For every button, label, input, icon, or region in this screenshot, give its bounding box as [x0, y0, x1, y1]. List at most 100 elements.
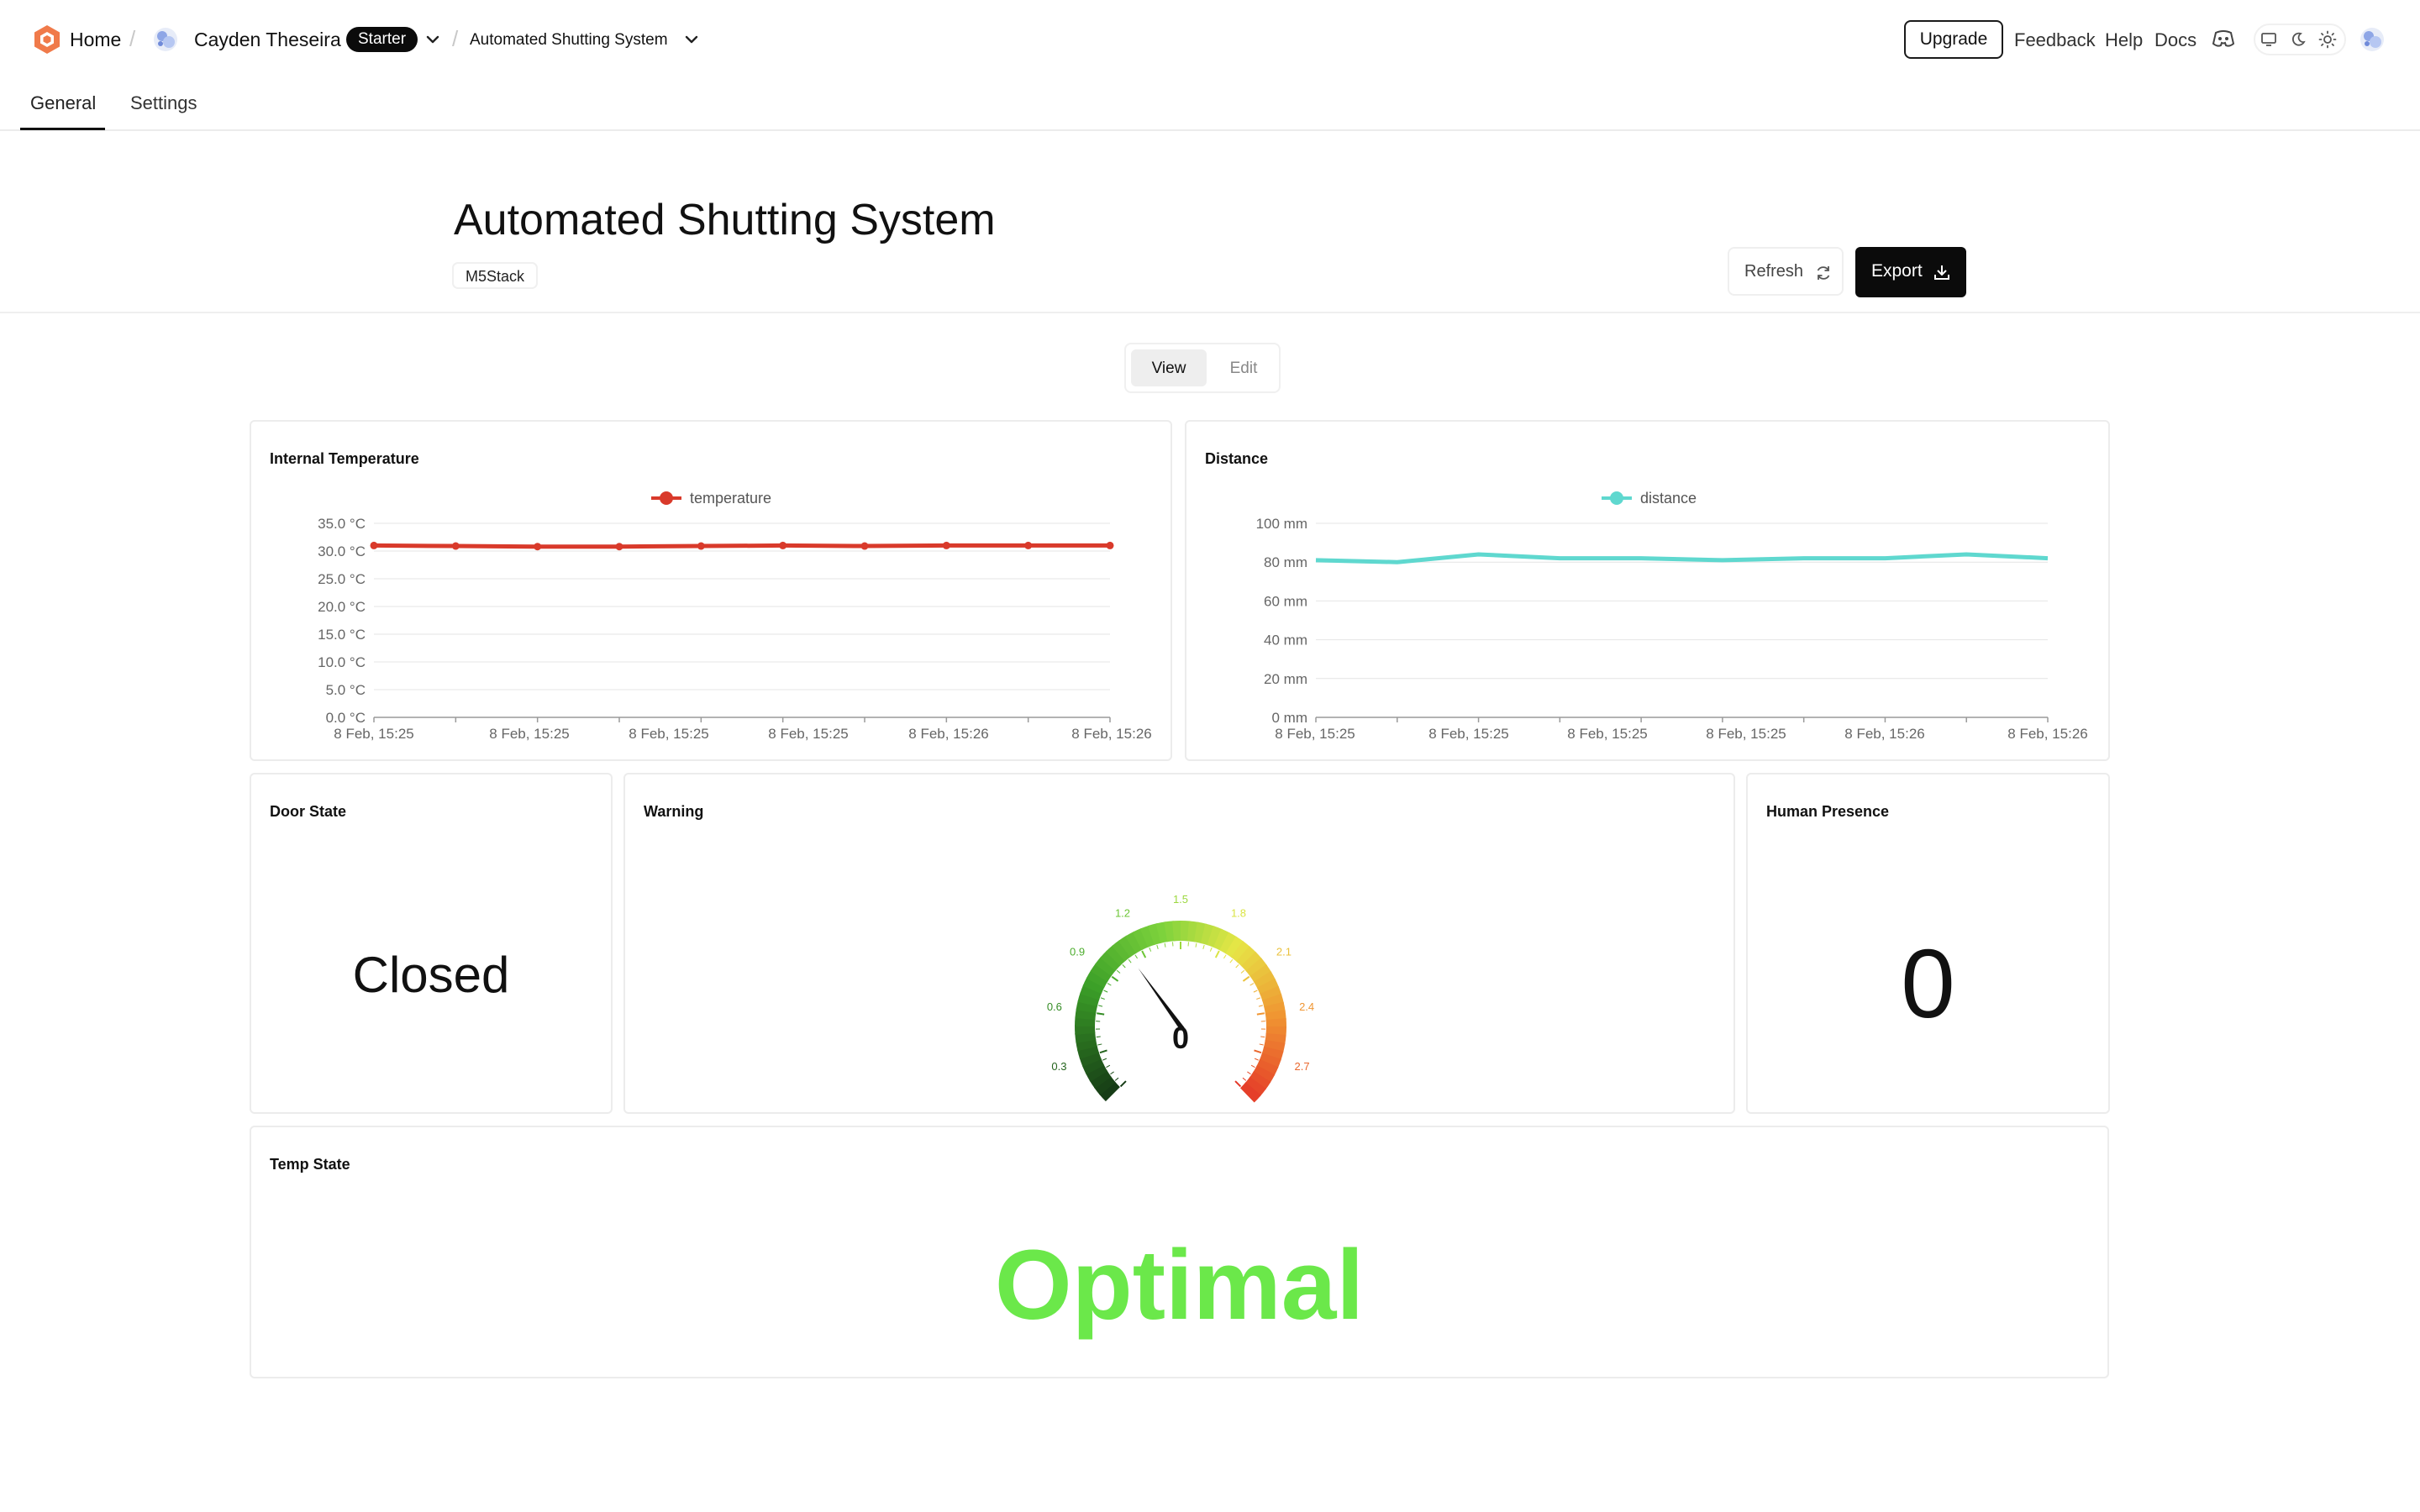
breadcrumb-project[interactable]: Automated Shutting System	[470, 31, 668, 50]
gauge-tick	[1134, 954, 1138, 959]
upgrade-button[interactable]: Upgrade	[1904, 20, 2003, 59]
top-bar: Home / Cayden Theseira Starter / Automat…	[0, 0, 2420, 81]
y-tick-label: 30.0 °C	[318, 543, 366, 559]
warning-gauge: 0 0.3 0.6 0.9 1.2 1.5 1.8 2.1 2.4 2.7 3 0	[1047, 893, 1314, 1112]
gauge-tick-label: 1.2	[1115, 907, 1130, 920]
gauge-tick	[1156, 944, 1159, 949]
gauge-tick-label: 0.9	[1070, 946, 1085, 958]
x-tick-label: 8 Feb, 15:25	[1567, 726, 1647, 742]
docs-link[interactable]: Docs	[2154, 29, 2196, 51]
help-link[interactable]: Help	[2105, 29, 2143, 51]
account-avatar[interactable]	[2360, 27, 2385, 52]
gauge-tick-label: 2.7	[1295, 1060, 1310, 1073]
temperature-card: Internal Temperature 0.0 °C 5.0 °C 10.0 °C…	[250, 420, 1172, 761]
x-tick-label: 8 Feb, 15:26	[2007, 726, 2087, 742]
y-tick-label: 80 mm	[1264, 554, 1307, 570]
breadcrumb-user-name[interactable]: Cayden Theseira	[194, 29, 341, 51]
gauge-tick-label: 1.5	[1173, 893, 1188, 906]
gauge-tick	[1253, 990, 1258, 993]
gauge-tick	[1107, 983, 1112, 986]
breadcrumb-separator: /	[129, 26, 136, 51]
gauge-tick	[1254, 1058, 1259, 1061]
breadcrumb-home[interactable]: Home	[70, 29, 121, 51]
view-toggle-button[interactable]: View	[1131, 349, 1207, 386]
gauge-tick	[1254, 1049, 1262, 1054]
view-edit-toggle: View Edit	[1124, 343, 1281, 393]
y-tick-label: 40 mm	[1264, 633, 1307, 648]
gauge-tick	[1119, 1080, 1127, 1088]
gauge-tick-label: 3	[1268, 1110, 1274, 1112]
x-tick-label: 8 Feb, 15:26	[1071, 726, 1151, 742]
data-point	[1106, 541, 1114, 549]
gauge-tick	[1106, 1064, 1111, 1068]
gauge-tick	[1229, 958, 1234, 963]
gauge-tick	[1234, 1080, 1242, 1088]
edit-toggle-button[interactable]: Edit	[1210, 349, 1277, 386]
tab-settings[interactable]: Settings	[130, 92, 197, 114]
page-title: Automated Shutting System	[454, 196, 996, 244]
active-tab-indicator	[20, 128, 105, 130]
y-tick-label: 25.0 °C	[318, 571, 366, 587]
gauge-tick	[1214, 950, 1220, 958]
refresh-button[interactable]: Refresh	[1728, 247, 1844, 296]
data-point	[534, 543, 542, 551]
series-line	[373, 543, 1110, 549]
gauge-tick-label: 0.3	[1051, 1060, 1066, 1073]
gauge-tick-label: 0	[1087, 1110, 1093, 1112]
gauge-value-label: 0	[1172, 1021, 1189, 1055]
gauge-tick	[1242, 975, 1250, 982]
gauge-tick	[1114, 1077, 1119, 1081]
tab-general[interactable]: General	[30, 92, 96, 114]
x-tick-label: 8 Feb, 15:25	[1275, 726, 1355, 742]
y-tick-label: 20.0 °C	[318, 599, 366, 615]
gauge-tick	[1249, 983, 1255, 986]
x-tick-label: 8 Feb, 15:25	[1706, 726, 1786, 742]
legend-swatch-dot	[1610, 491, 1623, 505]
gauge-tick	[1128, 958, 1132, 963]
moon-icon[interactable]	[2289, 31, 2307, 48]
gauge-tick	[1110, 1071, 1114, 1075]
gauge-tick	[1240, 969, 1245, 974]
chevron-down-icon[interactable]	[424, 34, 441, 45]
plan-badge: Starter	[346, 27, 418, 52]
gauge-tick	[1141, 950, 1147, 958]
sun-icon[interactable]	[2317, 30, 2338, 49]
temp-state-card: Temp State Optimal	[250, 1126, 2109, 1378]
chevron-down-icon[interactable]	[683, 34, 700, 45]
warning-card: Warning 00.30.60.91.21.51.82.12.42.730	[623, 773, 1735, 1114]
data-point	[451, 542, 460, 550]
gauge-tick	[1223, 954, 1227, 959]
y-tick-label: 60 mm	[1264, 593, 1307, 609]
data-point	[779, 541, 787, 549]
x-tick-label: 8 Feb, 15:25	[768, 726, 848, 742]
gauge-tick	[1149, 947, 1152, 952]
export-button-label: Export	[1871, 261, 1923, 281]
door-state-value: Closed	[352, 947, 510, 1003]
edit-toggle-label: Edit	[1229, 360, 1258, 377]
human-presence-value: 0	[1901, 929, 1955, 1038]
data-point	[697, 542, 705, 550]
gauge-tick-label: 1.8	[1231, 907, 1246, 920]
human-presence-card: Human Presence 0	[1746, 773, 2110, 1114]
gauge-tick	[1098, 1005, 1103, 1007]
gauge-tick	[1097, 1043, 1102, 1046]
monitor-icon[interactable]	[2259, 31, 2279, 48]
x-tick-label: 8 Feb, 15:25	[334, 726, 413, 742]
refresh-icon	[1817, 266, 1830, 280]
y-tick-label: 0 mm	[1272, 710, 1308, 726]
app-logo-icon[interactable]	[32, 24, 62, 55]
user-avatar[interactable]	[153, 27, 178, 52]
y-tick-label: 100 mm	[1256, 516, 1307, 532]
view-toggle-label: View	[1151, 360, 1186, 377]
gauge-tick	[1235, 964, 1239, 969]
distance-chart: 0 mm 20 mm 40 mm 60 mm 80 mm 100 mm 8 Feb, 15:…	[1256, 490, 2088, 742]
y-tick-label: 0.0 °C	[326, 710, 366, 726]
gauge-tick-label: 2.4	[1299, 1000, 1314, 1013]
feedback-link[interactable]: Feedback	[2014, 29, 2096, 51]
x-tick-label: 8 Feb, 15:26	[1844, 726, 1924, 742]
export-button[interactable]: Export	[1855, 247, 1966, 297]
y-tick-label: 35.0 °C	[318, 516, 366, 532]
y-tick-label: 5.0 °C	[326, 682, 366, 698]
discord-icon[interactable]	[2212, 29, 2235, 49]
gauge-tick	[1116, 969, 1121, 974]
